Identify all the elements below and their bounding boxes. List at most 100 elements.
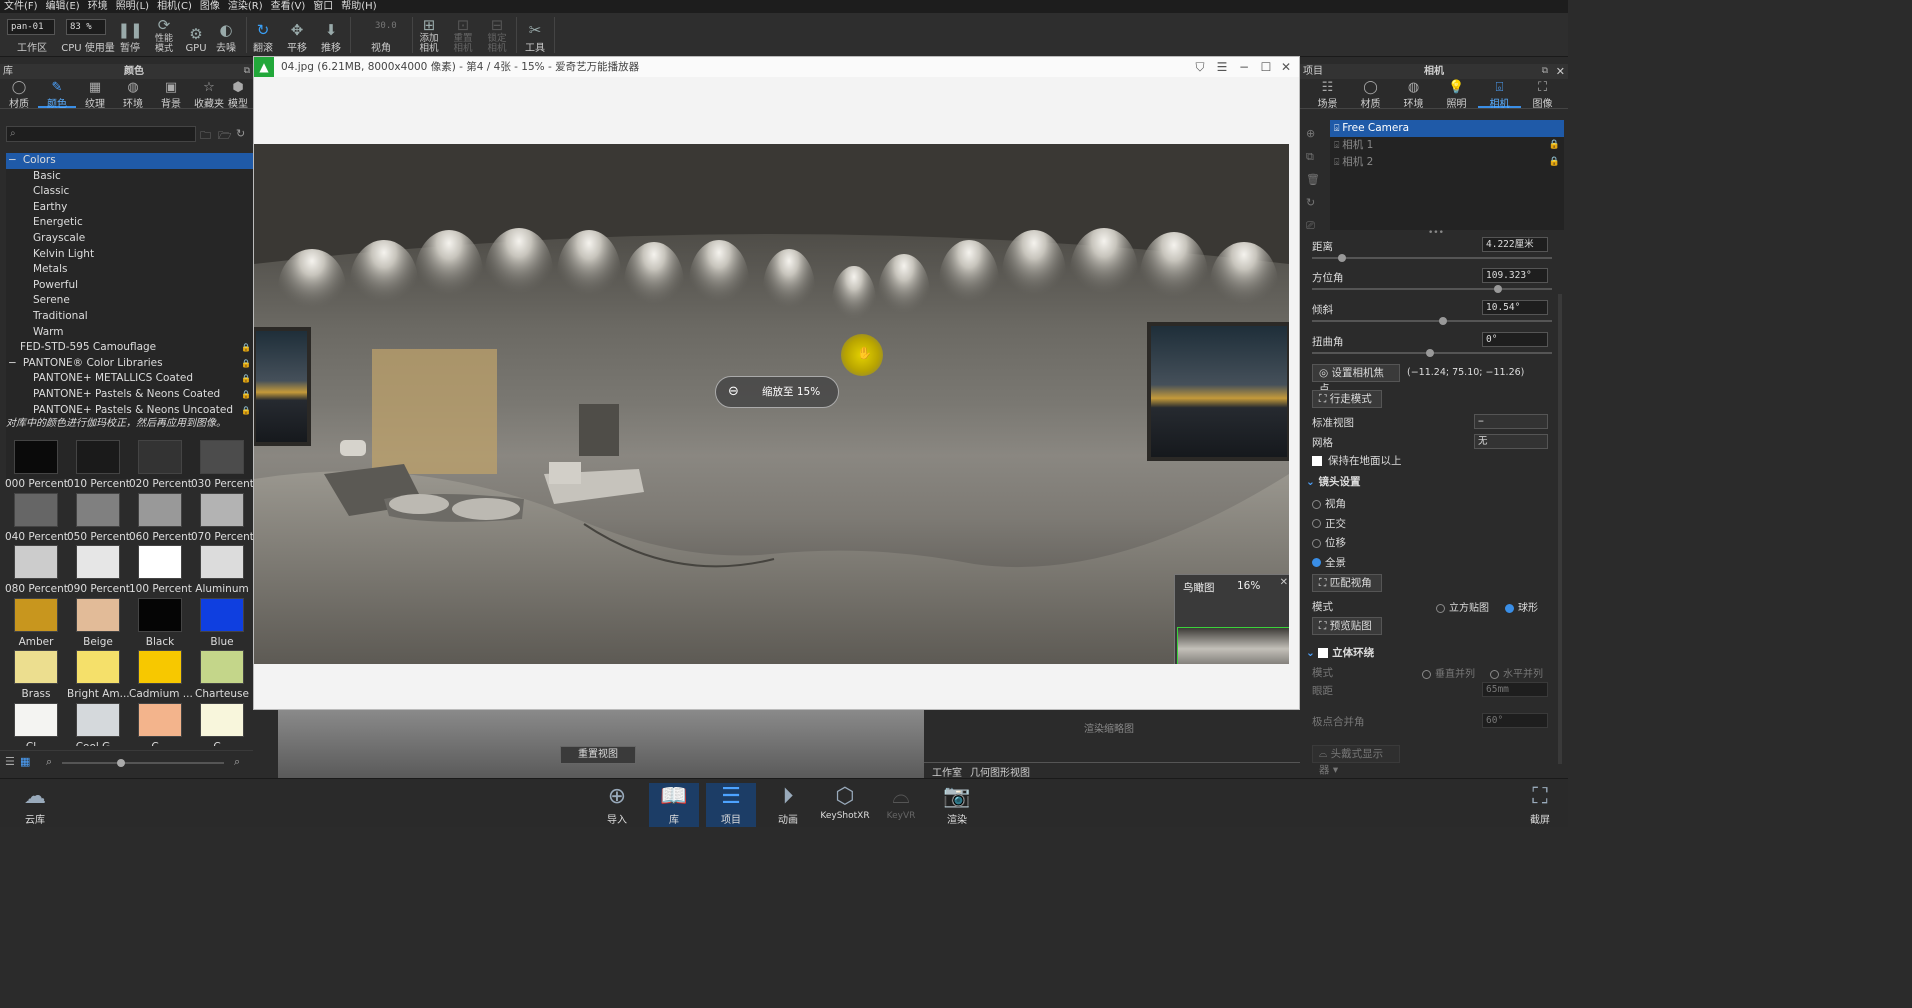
- color-swatch[interactable]: Bright Am...: [67, 650, 130, 700]
- zoom-out-icon[interactable]: ⌕: [46, 755, 52, 769]
- color-swatch[interactable]: Blue: [191, 597, 253, 648]
- preview-map-button[interactable]: ⛶ 预览贴图: [1312, 617, 1382, 635]
- undock-icon[interactable]: ⧉: [244, 64, 250, 79]
- ipd-input[interactable]: 65mm: [1482, 682, 1548, 697]
- tools-button[interactable]: ✂ 工具: [522, 13, 548, 57]
- undock-icon[interactable]: ⧉: [1542, 64, 1548, 79]
- lens-section-header[interactable]: ⌄ 镜头设置: [1306, 474, 1360, 489]
- slider-knob[interactable]: [1426, 349, 1434, 357]
- tab-environment[interactable]: ◍ 环境: [1392, 79, 1435, 111]
- color-swatch[interactable]: Charteuse: [191, 650, 253, 700]
- slider-knob[interactable]: [1439, 317, 1447, 325]
- close-icon[interactable]: ✕: [1275, 57, 1297, 77]
- zoom-in-icon[interactable]: ⌕: [234, 755, 240, 769]
- tab-models[interactable]: ⬢ 模型: [228, 79, 248, 109]
- keyshot-viewport[interactable]: 重置视图: [278, 710, 924, 778]
- tree-item[interactable]: Energetic: [6, 215, 253, 231]
- lens-option-fov[interactable]: 视角: [1312, 495, 1346, 515]
- menu-environment[interactable]: 环境: [84, 0, 112, 13]
- cloud-library-button[interactable]: ☁ 云库: [10, 783, 60, 826]
- delete-camera-icon[interactable]: 🗑: [1306, 168, 1322, 191]
- slider-knob[interactable]: [117, 759, 125, 767]
- azimuth-input[interactable]: 109.323°: [1482, 268, 1548, 283]
- menu-edit[interactable]: 编辑(E): [42, 0, 84, 13]
- tree-item[interactable]: Earthy: [6, 200, 253, 216]
- menu-lighting[interactable]: 照明(L): [112, 0, 153, 13]
- collapse-icon[interactable]: −: [8, 357, 17, 369]
- gpu-button[interactable]: ⚙ GPU: [184, 13, 208, 57]
- camera-list-item[interactable]: ⌻ 相机 2 🔒: [1330, 154, 1564, 171]
- screenshot-button[interactable]: ⛶ 截屏: [1515, 783, 1565, 826]
- menu-camera[interactable]: 相机(C): [153, 0, 196, 13]
- thumbnail-size-slider[interactable]: [62, 759, 224, 767]
- project-button[interactable]: ☰ 项目: [706, 783, 756, 827]
- save-camera-icon[interactable]: ⎚: [1306, 214, 1322, 237]
- shirt-icon[interactable]: ⛉: [1189, 57, 1211, 77]
- duplicate-camera-icon[interactable]: ⧉: [1306, 145, 1322, 168]
- color-swatch[interactable]: 030 Percent: [191, 440, 253, 490]
- library-button[interactable]: 📖 库: [649, 783, 699, 827]
- menu-window[interactable]: 窗口: [309, 0, 337, 13]
- pole-merge-input[interactable]: 60°: [1482, 713, 1548, 728]
- minimize-icon[interactable]: −: [1233, 57, 1255, 77]
- menu-icon[interactable]: ☰: [1211, 57, 1233, 77]
- tab-workspace[interactable]: 工作室: [932, 764, 962, 779]
- slider-knob[interactable]: [1494, 285, 1502, 293]
- color-swatch[interactable]: 100 Percent: [129, 545, 192, 595]
- reset-view-button[interactable]: 重置视图: [560, 746, 636, 764]
- lock-icon[interactable]: 🔒: [1549, 154, 1560, 171]
- splitter-handle[interactable]: •••: [1428, 228, 1444, 238]
- keep-above-ground-row[interactable]: 保持在地面以上: [1312, 453, 1402, 468]
- color-swatch[interactable]: 070 Percent: [191, 492, 253, 543]
- color-swatch[interactable]: Cl...: [5, 702, 67, 746]
- denoise-button[interactable]: ◐ 去噪: [214, 13, 238, 57]
- color-swatch[interactable]: 010 Percent: [67, 440, 130, 490]
- mode-cube-option[interactable]: 立方贴图: [1436, 599, 1489, 614]
- stereo-vertical-option[interactable]: 垂直并列: [1422, 665, 1475, 680]
- add-camera-icon[interactable]: ⊕: [1306, 122, 1322, 145]
- tab-materials[interactable]: ◯ 材质: [1349, 79, 1392, 111]
- lens-option-orthographic[interactable]: 正交: [1312, 515, 1346, 535]
- twist-slider[interactable]: [1312, 349, 1552, 357]
- pause-button[interactable]: ❚❚ 暂停: [117, 13, 142, 57]
- set-focus-button[interactable]: ◎ 设置相机焦点: [1312, 364, 1400, 395]
- tab-environments[interactable]: ◍ 环境: [114, 79, 152, 111]
- menu-render[interactable]: 渲染(R): [224, 0, 267, 13]
- performance-mode-button[interactable]: ⟳ 性能模式: [150, 13, 178, 57]
- color-swatch[interactable]: Beige: [67, 597, 129, 648]
- incline-input[interactable]: 10.54°: [1482, 300, 1548, 315]
- tree-item[interactable]: FED-STD-595 Camouflage 🔒: [6, 340, 253, 356]
- reset-camera-button[interactable]: ⊡ 重置相机: [450, 13, 476, 57]
- library-search-input[interactable]: ⌕: [6, 126, 196, 142]
- color-swatch[interactable]: 040 Percent: [5, 492, 68, 543]
- tree-item[interactable]: Powerful: [6, 278, 253, 294]
- tab-backplates[interactable]: ▣ 背景: [152, 79, 190, 111]
- color-swatch[interactable]: Brass: [5, 650, 67, 700]
- stereo-section-header[interactable]: ⌄ 立体环绕: [1306, 645, 1374, 660]
- tab-favorites[interactable]: ☆ 收藏夹: [190, 79, 228, 111]
- lens-option-panorama[interactable]: 全景: [1312, 554, 1346, 574]
- tumble-button[interactable]: ↻ 翻滚: [250, 13, 276, 57]
- tab-image[interactable]: ⛶ 图像: [1521, 79, 1564, 111]
- birdseye-thumbnail[interactable]: [1177, 627, 1289, 664]
- menu-view[interactable]: 查看(V): [267, 0, 310, 13]
- color-swatch[interactable]: 060 Percent: [129, 492, 192, 543]
- tab-colors[interactable]: ✎ 颜色: [38, 79, 76, 110]
- tree-item[interactable]: Serene: [6, 293, 253, 309]
- hmd-button[interactable]: ⌓ 头戴式显示器 ▾: [1312, 745, 1400, 776]
- list-view-icon[interactable]: ☰: [5, 755, 15, 768]
- keep-above-ground-checkbox[interactable]: [1312, 456, 1322, 466]
- mode-sphere-option[interactable]: 球形: [1505, 599, 1538, 614]
- panel-scrollbar[interactable]: [1558, 294, 1562, 764]
- menu-file[interactable]: 文件(F): [0, 0, 42, 13]
- folder-open-icon[interactable]: 🗁: [218, 127, 232, 146]
- pan-button[interactable]: ✥ 平移: [284, 13, 310, 57]
- camera-list-item[interactable]: ⌻ 相机 1 🔒: [1330, 137, 1564, 154]
- tab-camera[interactable]: ⌻ 相机: [1478, 79, 1521, 110]
- color-swatch[interactable]: Amber: [5, 597, 67, 648]
- camera-list-item[interactable]: ⌻ Free Camera: [1330, 120, 1564, 137]
- color-swatch[interactable]: C...: [191, 702, 253, 746]
- tree-item[interactable]: Warm: [6, 325, 253, 341]
- refresh-icon[interactable]: ↻: [236, 127, 245, 140]
- tab-scene[interactable]: ☷ 场景: [1306, 79, 1349, 111]
